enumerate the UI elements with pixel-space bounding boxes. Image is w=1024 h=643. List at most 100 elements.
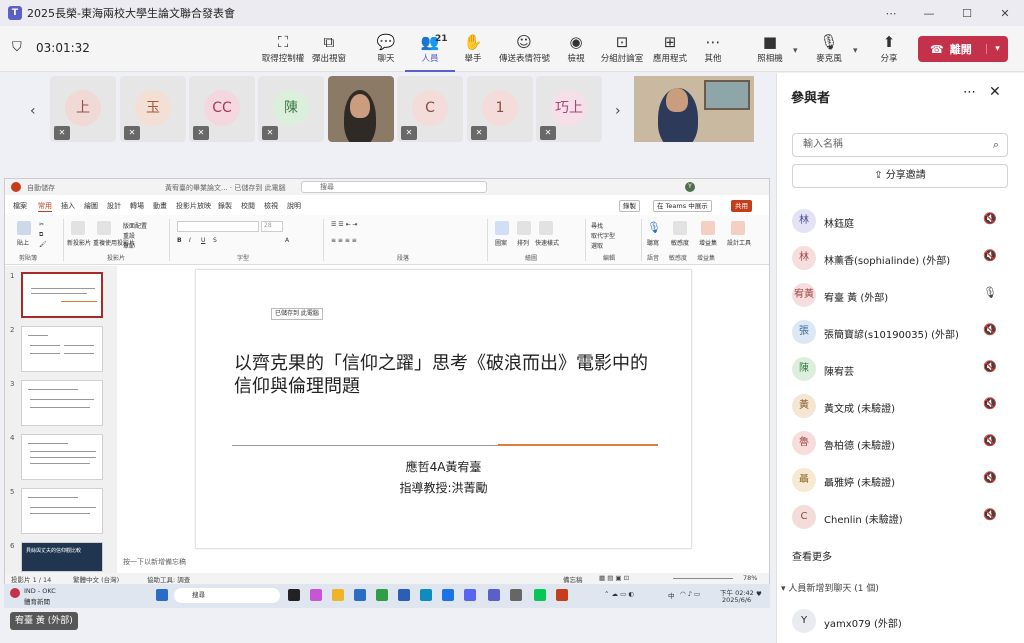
zoom-level[interactable]: 78% — [743, 574, 757, 582]
participant-tile[interactable]: 陳 ✕ — [258, 76, 324, 142]
discord-icon[interactable] — [464, 589, 476, 601]
tab-design[interactable]: 設計 — [107, 201, 121, 211]
tab-home[interactable]: 常用 — [38, 201, 52, 212]
chat-button[interactable]: 💬 聊天 — [361, 32, 411, 64]
more-options-icon[interactable]: ⋯ — [872, 7, 910, 20]
participant-row[interactable]: 張 張簡寶諺(s10190035) (外部) 🔇 — [777, 314, 1024, 351]
select-button[interactable]: 選取 — [591, 241, 603, 250]
participant-row[interactable]: 宥黃 宥臺 黃 (外部) 🎙 — [777, 277, 1024, 314]
cut-icon[interactable]: ✂ — [39, 221, 44, 228]
notes-placeholder[interactable]: 按一下以新增備忘稿 — [123, 557, 186, 567]
participant-row[interactable]: C Chenlin (未驗證) 🔇 — [777, 499, 1024, 536]
participant-tile[interactable]: 玉 ✕ — [120, 76, 186, 142]
replace-button[interactable]: 取代字型 — [591, 231, 615, 240]
close-window-button[interactable]: ✕ — [986, 7, 1024, 20]
powerpoint-taskbar-icon[interactable] — [556, 589, 568, 601]
participant-row[interactable]: 林 林薰香(sophialinde) (外部) 🔇 — [777, 240, 1024, 277]
tray-icons[interactable]: ⌃ ☁ ▭ ◐ — [604, 590, 634, 598]
slide-author[interactable]: 應哲4A黃宥臺 — [196, 458, 691, 475]
see-more-link[interactable]: 查看更多 — [792, 548, 832, 563]
chrome-icon[interactable] — [442, 589, 454, 601]
store-icon[interactable] — [354, 589, 366, 601]
taskbar-search[interactable]: 搜尋 — [174, 588, 280, 603]
weather-subtitle[interactable]: 體育新聞 — [24, 596, 50, 606]
microphone-button[interactable]: 🎙 麥克風 — [804, 32, 854, 64]
close-icon[interactable]: ✕ — [989, 84, 1001, 100]
slide-title[interactable]: 以齊克果的「信仰之躍」思考《破浪而出》電影中的信仰與倫理問題 — [234, 352, 664, 398]
slide-advisor[interactable]: 指導教授:洪菁勵 — [196, 479, 691, 496]
paste-button[interactable]: 貼上 — [17, 238, 29, 247]
participant-tile[interactable]: C ✕ — [397, 76, 463, 142]
participant-search-input[interactable]: 輸入名稱 ⌕ — [792, 133, 1008, 157]
participant-tile[interactable]: CC ✕ — [189, 76, 255, 142]
windows-start-icon[interactable] — [156, 589, 168, 601]
new-slide-button[interactable]: 新投影片 — [67, 238, 91, 247]
input-language[interactable]: 中 — [668, 590, 675, 600]
arrange-button[interactable]: 排列 — [517, 238, 529, 247]
view-normal-icon[interactable]: ▦ ▤ ▣ ⊡ — [599, 574, 629, 582]
slide-thumbnail[interactable] — [21, 380, 103, 426]
weather-title[interactable]: IND - OKC — [24, 587, 56, 595]
tab-view[interactable]: 檢視 — [264, 201, 278, 211]
slide-thumbnail[interactable] — [21, 326, 103, 372]
network-icon[interactable]: ◠ ♪ ▭ — [680, 590, 700, 598]
minimize-button[interactable]: — — [910, 7, 948, 20]
file-explorer-icon[interactable] — [332, 589, 344, 601]
xbox-icon[interactable] — [376, 589, 388, 601]
task-view-icon[interactable] — [288, 589, 300, 601]
addins-button[interactable]: 增益集 — [699, 238, 717, 247]
participant-row[interactable]: 聶 聶雅婷 (未驗證) 🔇 — [777, 462, 1024, 499]
copy-icon[interactable]: ⧉ — [39, 231, 43, 239]
notification-icon[interactable]: ♥ — [756, 590, 762, 598]
participant-row[interactable]: 魯 魯柏德 (未驗證) 🔇 — [777, 425, 1024, 462]
presenter-video[interactable] — [634, 76, 754, 142]
tab-slideshow[interactable]: 投影片放映 — [176, 201, 211, 211]
tab-animations[interactable]: 動畫 — [153, 201, 167, 211]
chevron-left-icon[interactable]: ‹ — [30, 103, 36, 119]
zoom-slider[interactable] — [673, 578, 733, 579]
sensitivity-button[interactable]: 敏感度 — [671, 238, 689, 247]
edge-icon[interactable] — [420, 589, 432, 601]
participant-row[interactable]: 黃 黃文成 (未驗證) 🔇 — [777, 388, 1024, 425]
participant-tile[interactable]: 上 ✕ — [50, 76, 116, 142]
participant-tile[interactable]: 1 ✕ — [467, 76, 533, 142]
find-button[interactable]: 尋找 — [591, 221, 603, 230]
mic-options-chevron-icon[interactable]: ▾ — [853, 46, 858, 56]
raise-hand-button[interactable]: ✋ 舉手 — [448, 32, 498, 64]
share-invite-button[interactable]: ⇪ 分享邀請 — [792, 164, 1008, 188]
word-icon[interactable] — [398, 589, 410, 601]
dictate-button[interactable]: 聽寫 — [647, 238, 659, 247]
participant-tile[interactable]: 巧上 ✕ — [536, 76, 602, 142]
strikethrough-icon[interactable]: S — [213, 237, 217, 244]
font-size-select[interactable]: 28 — [261, 221, 283, 232]
more-button[interactable]: ⋯ 其他 — [688, 32, 738, 64]
leave-button[interactable]: ☎ 離開 ▾ — [918, 36, 1008, 62]
tab-review[interactable]: 校閱 — [241, 201, 255, 211]
leave-options-chevron-icon[interactable]: ▾ — [986, 44, 1008, 54]
participant-row[interactable]: 林 林鈺庭 🔇 — [777, 203, 1024, 240]
notes-toggle[interactable]: 備忘稿 — [563, 574, 583, 584]
chevron-right-icon[interactable]: › — [615, 103, 621, 119]
tab-record[interactable]: 錄製 — [218, 201, 232, 211]
view-button[interactable]: ◉ 檢視 — [551, 32, 601, 64]
align-icon[interactable]: ≡ ≡ ≡ ≡ — [331, 237, 357, 244]
user-avatar[interactable]: Y — [685, 182, 695, 192]
language-status[interactable]: 繁體中文 (台灣) — [73, 574, 119, 584]
italic-icon[interactable]: I — [189, 237, 191, 244]
layout-button[interactable]: 版面配置 — [123, 221, 147, 230]
participant-row[interactable]: 陳 陳宥芸 🔇 — [777, 351, 1024, 388]
font-color-icon[interactable]: A — [285, 237, 289, 244]
ppt-share-button[interactable]: 共用 — [731, 200, 752, 212]
teams-taskbar-icon[interactable] — [488, 589, 500, 601]
bullets-icon[interactable]: ☰ ☰ ⇤ ⇥ — [331, 221, 358, 228]
participant-video-tile[interactable] — [328, 76, 394, 142]
slide-thumbnail[interactable]: 貝絲與丈夫的信仰觀比較 — [21, 542, 103, 572]
ppt-search-input[interactable]: 搜尋 — [301, 181, 487, 193]
tab-transitions[interactable]: 轉場 — [130, 201, 144, 211]
font-family-select[interactable] — [177, 221, 259, 232]
pop-out-button[interactable]: ⧉ 彈出視窗 — [304, 32, 354, 64]
tab-insert[interactable]: 插入 — [61, 201, 75, 211]
camera-button[interactable]: ■ 照相機 — [745, 32, 795, 64]
tab-file[interactable]: 檔案 — [13, 201, 27, 211]
shapes-button[interactable]: 圖案 — [495, 238, 507, 247]
